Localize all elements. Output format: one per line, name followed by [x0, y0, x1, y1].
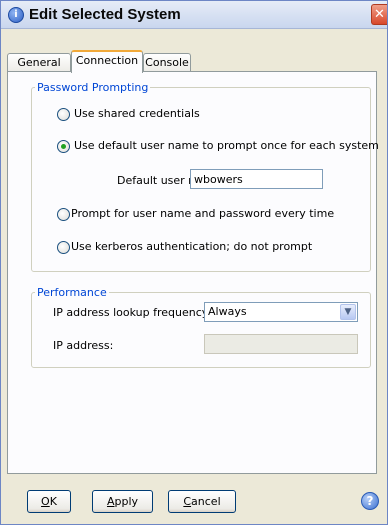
- cancel-mnemonic: C: [183, 495, 192, 508]
- radio-kerberos[interactable]: [57, 241, 70, 254]
- chevron-down-icon[interactable]: ▼: [340, 304, 356, 320]
- radio-shared-credentials-label[interactable]: Use shared credentials: [74, 107, 200, 120]
- apply-mnemonic: A: [106, 495, 115, 508]
- radio-default-user-name[interactable]: [57, 140, 70, 153]
- ip-address-label: IP address:: [53, 339, 114, 352]
- title-bar[interactable]: i Edit Selected System: [1, 1, 387, 29]
- performance-group: Performance: [31, 286, 371, 368]
- ok-mnemonic: O: [41, 495, 50, 508]
- ok-label-rest: K: [49, 495, 57, 508]
- cancel-button[interactable]: Cancel: [168, 490, 236, 513]
- cancel-label-rest: ancel: [191, 495, 221, 508]
- info-icon: i: [8, 7, 24, 23]
- ok-button[interactable]: OK: [27, 490, 71, 513]
- radio-prompt-every-time[interactable]: [57, 208, 70, 221]
- radio-shared-credentials[interactable]: [57, 108, 70, 121]
- close-button[interactable]: ✕: [371, 4, 387, 25]
- help-icon[interactable]: ?: [361, 492, 379, 510]
- tab-connection[interactable]: Connection: [71, 50, 143, 73]
- ip-address-field[interactable]: [204, 334, 358, 354]
- performance-legend: Performance: [37, 286, 107, 299]
- password-prompting-legend: Password Prompting: [37, 81, 149, 94]
- window-title: Edit Selected System: [29, 6, 181, 23]
- ip-lookup-frequency-label: IP address lookup frequency:: [53, 306, 212, 319]
- radio-prompt-every-time-label[interactable]: Prompt for user name and password every …: [71, 207, 334, 220]
- tab-general[interactable]: General: [7, 53, 71, 72]
- tab-console-label: Console: [145, 56, 189, 69]
- default-user-name-field[interactable]: [190, 169, 323, 189]
- ip-lookup-frequency-select[interactable]: Always ▼: [204, 302, 358, 322]
- tab-console[interactable]: Console: [143, 53, 191, 72]
- radio-kerberos-label[interactable]: Use kerberos authentication; do not prom…: [71, 240, 312, 253]
- ip-lookup-frequency-value: Always: [208, 305, 247, 318]
- tab-connection-label: Connection: [75, 54, 139, 67]
- radio-default-user-name-label[interactable]: Use default user name to prompt once for…: [74, 139, 379, 152]
- edit-system-dialog: i Edit Selected System ✕ General Connect…: [0, 0, 388, 525]
- tab-general-label: General: [17, 56, 61, 69]
- apply-button[interactable]: Apply: [92, 490, 153, 513]
- apply-label-rest: pply: [114, 495, 139, 508]
